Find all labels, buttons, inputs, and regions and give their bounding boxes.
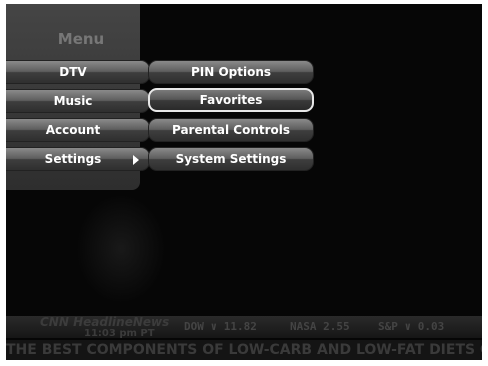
submenu-item-label: PIN Options — [190, 65, 272, 79]
menu-item-account[interactable]: Account — [6, 118, 150, 142]
submenu-item-system-settings[interactable]: System Settings — [148, 147, 314, 171]
submenu-item-parental-controls[interactable]: Parental Controls — [148, 118, 314, 142]
channel-logo: CNN HeadlineNews — [40, 315, 170, 329]
stock-quote: DOW ∨ 11.82 — [184, 320, 257, 333]
stock-quote: NASA 2.55 — [290, 320, 350, 333]
menu-item-music[interactable]: Music — [6, 89, 150, 113]
menu-item-dtv[interactable]: DTV — [6, 60, 150, 84]
background-video — [76, 194, 166, 304]
submenu-item-favorites[interactable]: Favorites — [148, 88, 314, 112]
menu-title: Menu — [57, 30, 105, 48]
menu-item-label: DTV — [59, 65, 87, 79]
menu-item-label: Music — [53, 94, 93, 108]
submenu-item-label: System Settings — [175, 152, 287, 166]
channel-time: 11:03 pm PT — [84, 328, 155, 339]
submenu-item-label: Favorites — [199, 93, 263, 107]
news-crawl-text: THE BEST COMPONENTS OF LOW-CARB AND LOW-… — [6, 342, 482, 358]
chevron-right-icon — [133, 155, 139, 165]
menu-item-label: Account — [45, 123, 101, 137]
menu-item-label: Settings — [44, 152, 102, 166]
submenu-item-label: Parental Controls — [171, 123, 291, 137]
menu-item-settings[interactable]: Settings — [6, 147, 150, 171]
tv-screen: Menu DTV Music Account Settings PIN Opti… — [6, 4, 482, 360]
stock-quote: S&P ∨ 0.03 — [378, 320, 445, 333]
submenu-item-pin-options[interactable]: PIN Options — [148, 60, 314, 84]
